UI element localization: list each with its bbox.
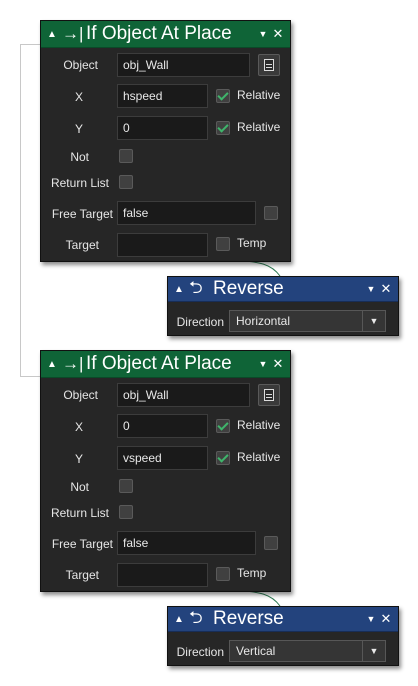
not-label: Not xyxy=(70,150,89,164)
temp-checkbox[interactable] xyxy=(216,567,230,581)
return-list-label: Return List xyxy=(50,506,109,520)
close-icon[interactable]: ✕ xyxy=(378,611,394,627)
temp-label: Temp xyxy=(237,566,267,580)
close-icon[interactable]: ✕ xyxy=(270,26,286,42)
menu-down-icon[interactable]: ▼ xyxy=(256,359,270,369)
x-relative-label: Relative xyxy=(237,88,281,102)
reverse-block[interactable]: ▲ ⮌ Reverse ▼ ✕ Direction Horizontal ▼ xyxy=(167,276,399,336)
x-field[interactable]: hspeed xyxy=(117,84,208,108)
x-label: X xyxy=(74,420,83,434)
free-target-field[interactable]: false xyxy=(117,531,256,555)
direction-value: Vertical xyxy=(236,644,276,658)
y-relative-checkbox[interactable] xyxy=(216,451,230,465)
object-picker-icon[interactable] xyxy=(258,384,280,406)
block-title: If Object At Place xyxy=(86,23,232,44)
return-list-checkbox[interactable] xyxy=(119,505,133,519)
block-title: Reverse xyxy=(213,608,284,629)
direction-label: Direction xyxy=(176,315,224,329)
collapse-triangle-icon[interactable]: ▲ xyxy=(47,29,57,40)
direction-dropdown[interactable]: Vertical ▼ xyxy=(229,640,386,662)
not-checkbox[interactable] xyxy=(119,149,133,163)
collapse-triangle-icon[interactable]: ▲ xyxy=(47,359,57,370)
block-titlebar[interactable]: ▲ ⮌ Reverse ▼ ✕ xyxy=(168,277,398,302)
reverse-icon: ⮌ xyxy=(189,277,203,297)
target-field[interactable] xyxy=(117,233,208,257)
block-titlebar[interactable]: ▲ ⮌ Reverse ▼ ✕ xyxy=(168,607,398,632)
if-object-at-place-block[interactable]: ▲ →| If Object At Place ▼ ✕ Object obj_W… xyxy=(40,20,291,262)
x-label: X xyxy=(74,90,83,104)
collapse-triangle-icon[interactable]: ▲ xyxy=(174,284,184,295)
if-branch-icon: →| xyxy=(62,24,84,43)
free-target-label: Free Target xyxy=(51,207,113,221)
y-field[interactable]: 0 xyxy=(117,116,208,140)
temp-label: Temp xyxy=(237,236,267,250)
if-object-at-place-block[interactable]: ▲ →| If Object At Place ▼ ✕ Object obj_W… xyxy=(40,350,291,592)
target-field[interactable] xyxy=(117,563,208,587)
y-relative-label: Relative xyxy=(237,450,281,464)
target-label: Target xyxy=(65,568,99,582)
object-picker-icon[interactable] xyxy=(258,54,280,76)
y-relative-label: Relative xyxy=(237,120,281,134)
direction-label: Direction xyxy=(176,645,224,659)
y-label: Y xyxy=(74,122,83,136)
not-label: Not xyxy=(70,480,89,494)
object-field[interactable]: obj_Wall xyxy=(117,53,250,77)
return-list-checkbox[interactable] xyxy=(119,175,133,189)
block-title: Reverse xyxy=(213,278,284,299)
reverse-block[interactable]: ▲ ⮌ Reverse ▼ ✕ Direction Vertical ▼ xyxy=(167,606,399,666)
dropdown-arrow-icon[interactable]: ▼ xyxy=(362,311,385,331)
not-checkbox[interactable] xyxy=(119,479,133,493)
return-list-label: Return List xyxy=(50,176,109,190)
reverse-icon: ⮌ xyxy=(189,607,203,627)
close-icon[interactable]: ✕ xyxy=(270,356,286,372)
x-field[interactable]: 0 xyxy=(117,414,208,438)
block-titlebar[interactable]: ▲ →| If Object At Place ▼ ✕ xyxy=(41,351,290,378)
block-title: If Object At Place xyxy=(86,353,232,374)
block-titlebar[interactable]: ▲ →| If Object At Place ▼ ✕ xyxy=(41,21,290,48)
x-relative-checkbox[interactable] xyxy=(216,419,230,433)
x-relative-checkbox[interactable] xyxy=(216,89,230,103)
if-branch-icon: →| xyxy=(62,354,84,373)
object-field[interactable]: obj_Wall xyxy=(117,383,250,407)
object-label: Object xyxy=(63,388,98,402)
dropdown-arrow-icon[interactable]: ▼ xyxy=(362,641,385,661)
collapse-triangle-icon[interactable]: ▲ xyxy=(174,614,184,625)
free-target-checkbox[interactable] xyxy=(264,536,278,550)
y-field[interactable]: vspeed xyxy=(117,446,208,470)
object-label: Object xyxy=(63,58,98,72)
y-relative-checkbox[interactable] xyxy=(216,121,230,135)
menu-down-icon[interactable]: ▼ xyxy=(256,29,270,39)
y-label: Y xyxy=(74,452,83,466)
free-target-checkbox[interactable] xyxy=(264,206,278,220)
direction-value: Horizontal xyxy=(236,314,291,328)
x-relative-label: Relative xyxy=(237,418,281,432)
target-label: Target xyxy=(65,238,99,252)
free-target-field[interactable]: false xyxy=(117,201,256,225)
menu-down-icon[interactable]: ▼ xyxy=(364,614,378,624)
direction-dropdown[interactable]: Horizontal ▼ xyxy=(229,310,386,332)
close-icon[interactable]: ✕ xyxy=(378,281,394,297)
free-target-label: Free Target xyxy=(51,537,113,551)
menu-down-icon[interactable]: ▼ xyxy=(364,284,378,294)
temp-checkbox[interactable] xyxy=(216,237,230,251)
